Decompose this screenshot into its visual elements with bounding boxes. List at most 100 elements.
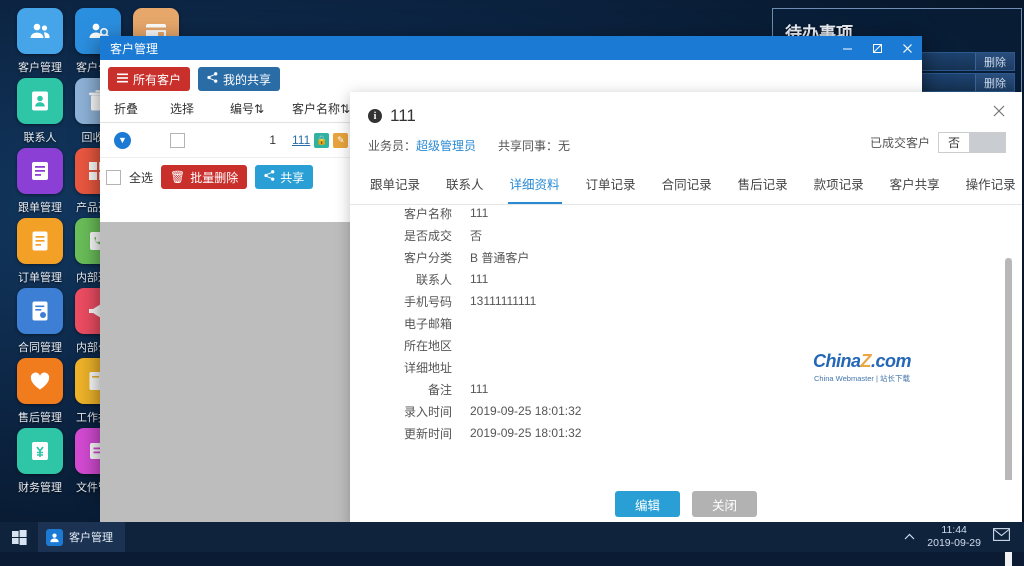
todo-delete-button[interactable]: 删除 (975, 74, 1014, 91)
edit-button[interactable]: 编辑 (614, 491, 680, 517)
desktop-icon-label: 售后管理 (18, 412, 62, 424)
my-shares-label: 我的共享 (223, 72, 272, 87)
select-all-checkbox[interactable] (106, 169, 121, 185)
scrollbar-thumb[interactable] (1005, 258, 1012, 508)
todo-delete-button[interactable]: 删除 (975, 53, 1014, 70)
dialog-tabs: 跟单记录联系人详细资料订单记录合同记录售后记录款项记录客户共享操作记录通话记录 (350, 168, 1022, 205)
tab-5[interactable]: 合同记录 (660, 168, 714, 204)
field-value: B 普通客户 (470, 250, 530, 265)
tab-7[interactable]: 款项记录 (812, 168, 866, 204)
row-id-cell: 1 (269, 133, 276, 147)
desktop-icon-label: 财务管理 (18, 482, 62, 494)
detail-field-row: 客户分类 B 普通客户 (360, 246, 1012, 268)
all-customers-button[interactable]: 所有客户 (108, 67, 191, 91)
deal-status-value[interactable]: 否 (938, 133, 969, 152)
start-button[interactable] (0, 529, 38, 545)
watermark-line1: ChinaZ.com (812, 351, 912, 371)
tab-1[interactable]: 跟单记录 (368, 168, 422, 204)
system-tray: 11:44 2019-09-29 (904, 524, 1024, 550)
tab-2[interactable]: 联系人 (444, 168, 486, 204)
dialog-title: 111 (390, 106, 416, 125)
column-header-id[interactable]: 编号⇅ (222, 100, 284, 117)
row-checkbox[interactable] (170, 132, 185, 148)
desktop-icon-8[interactable]: 订单管理 (12, 218, 68, 285)
detail-field-row: 是否成交 否 (360, 224, 1012, 246)
watermark: ChinaZ.com China Webmaster | 站长下载 (806, 351, 918, 384)
minimize-button[interactable] (832, 36, 862, 60)
customer-name-link[interactable]: 111 (292, 133, 310, 147)
field-value: 111 (470, 382, 489, 396)
detail-field-row: 录入时间 2019-09-25 18:01:32 (360, 400, 1012, 422)
dialog-header: i 111 业务员：超级管理员 共享同事：无 已成交客户 否 (350, 92, 1022, 154)
trash-icon: 🗑 (170, 170, 186, 184)
taskbar-item-customer-management[interactable]: 客户管理 (38, 522, 125, 552)
desktop-icon-10[interactable]: 合同管理 (12, 288, 68, 355)
desktop-icon-6[interactable]: 跟单管理 (12, 148, 68, 215)
clock-date: 2019-09-29 (927, 537, 981, 549)
deal-status-track[interactable] (969, 133, 1005, 152)
share-label: 共享 (280, 170, 305, 185)
desktop-icon-12[interactable]: 售后管理 (12, 358, 68, 425)
desktop-icon-14[interactable]: 财务管理 (12, 428, 68, 495)
handshake-icon (17, 358, 63, 404)
maximize-button[interactable] (862, 36, 892, 60)
shared-colleague-label: 共享同事：无 (498, 139, 571, 153)
chevron-up-icon[interactable] (904, 528, 915, 546)
tab-8[interactable]: 客户共享 (888, 168, 942, 204)
desktop-icon-label: 订单管理 (18, 272, 62, 284)
my-shares-button[interactable]: 我的共享 (198, 67, 281, 91)
field-value: 111 (470, 206, 489, 220)
field-label: 手机号码 (403, 294, 452, 309)
field-label: 录入时间 (403, 404, 452, 419)
deal-status-toggle[interactable]: 否 (937, 132, 1006, 153)
info-icon: i (368, 109, 382, 123)
desktop-icon-label: 合同管理 (18, 342, 62, 354)
select-all-label: 全选 (129, 170, 154, 185)
field-label: 备注 (427, 382, 452, 397)
taskbar: 客户管理 11:44 2019-09-29 (0, 522, 1024, 552)
row-expand-cell[interactable]: ▼ (106, 131, 162, 149)
close-button[interactable] (892, 36, 922, 60)
desktop-icon-label: 客户管理 (18, 62, 62, 74)
column-header-collapse[interactable]: 折叠 (106, 100, 162, 117)
deal-status-group: 已成交客户 否 (870, 132, 1006, 153)
watermark-line2: China Webmaster | 站长下载 (813, 374, 910, 383)
mail-icon[interactable] (993, 528, 1010, 546)
bulk-delete-button[interactable]: 🗑 批量删除 (161, 165, 248, 189)
desktop-icon-label: 跟单管理 (18, 202, 62, 214)
chevron-down-icon[interactable]: ▼ (114, 131, 131, 149)
tab-4[interactable]: 订单记录 (584, 168, 638, 204)
tab-3[interactable]: 详细资料 (507, 168, 562, 204)
sort-icon: ⇅ (254, 101, 265, 116)
clock-time: 11:44 (941, 524, 967, 536)
list-icon (117, 72, 128, 86)
taskbar-clock[interactable]: 11:44 2019-09-29 (927, 524, 981, 550)
desktop-icon-4[interactable]: 联系人 (12, 78, 68, 145)
list-empty-area (100, 222, 350, 550)
row-edit-icon[interactable]: ✎ (333, 132, 349, 148)
column-header-select[interactable]: 选择 (162, 100, 222, 117)
customer-management-window: 客户管理 所有客户 我的共享 折叠 选择 编号⇅ 客户名称⇅ ▼ 1 111 🔒… (100, 36, 1022, 566)
dialog-title-row: i 111 (368, 106, 1004, 126)
dialog-close-button[interactable]: 关闭 (692, 491, 758, 517)
window-titlebar: 客户管理 (100, 36, 922, 60)
row-lock-icon[interactable]: 🔒 (314, 132, 330, 148)
tab-6[interactable]: 售后记录 (736, 168, 790, 204)
field-label: 客户名称 (403, 206, 452, 221)
window-title: 客户管理 (110, 41, 159, 56)
field-value: 2019-09-25 18:01:32 (470, 404, 582, 418)
contact-book-icon (17, 78, 63, 124)
detail-field-row: 联系人 111 (360, 268, 1012, 290)
share-icon (264, 170, 275, 184)
row-select-cell[interactable] (162, 132, 222, 148)
contract-icon (17, 288, 63, 334)
salesperson-value[interactable]: 超级管理员 (416, 139, 476, 153)
share-button[interactable]: 共享 (255, 165, 314, 189)
window-toolbar: 所有客户 我的共享 (100, 60, 922, 94)
tab-9[interactable]: 操作记录 (964, 168, 1018, 204)
field-label: 详细地址 (403, 360, 452, 375)
dialog-close-icon[interactable] (992, 104, 1006, 121)
deal-status-label: 已成交客户 (869, 136, 930, 150)
salesperson-label: 业务员： (368, 139, 417, 153)
desktop-icon-1[interactable]: 客户管理 (12, 8, 68, 75)
